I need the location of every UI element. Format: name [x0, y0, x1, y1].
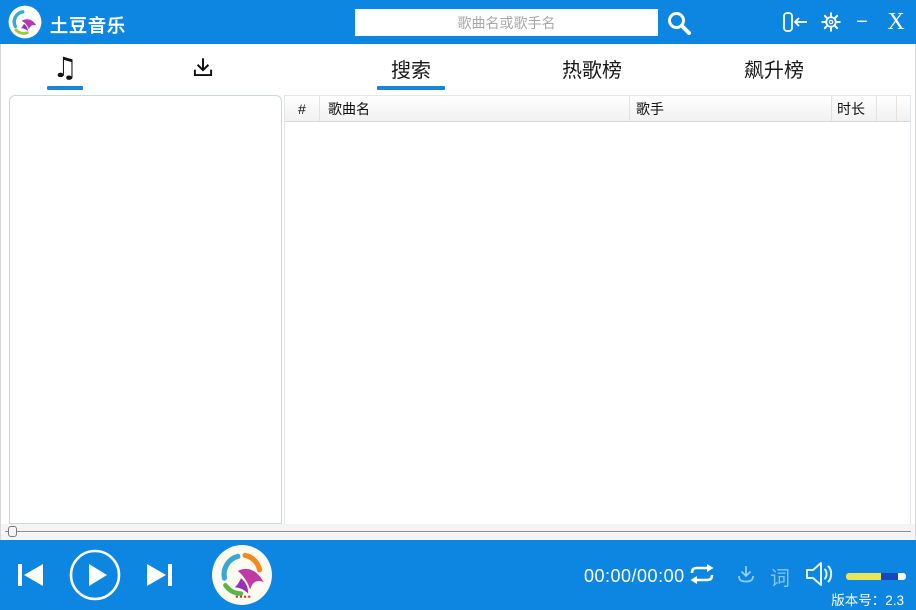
song-list-panel: # 歌曲名 歌手 时长: [284, 95, 911, 524]
main-area: # 歌曲名 歌手 时长: [1, 92, 915, 524]
title-bar: 土豆音乐: [0, 0, 916, 44]
tab-hot-songs[interactable]: 热歌榜: [561, 44, 623, 92]
player-bar: 00:00/00:00 词: [0, 540, 916, 610]
volume-slider[interactable]: [846, 573, 906, 580]
volume-icon[interactable]: [804, 558, 840, 590]
search-icon[interactable]: [666, 9, 696, 36]
app-title: 土豆音乐: [50, 12, 126, 38]
column-header-filler: [897, 96, 910, 121]
volume-fill: [846, 573, 881, 580]
album-art[interactable]: [211, 544, 273, 606]
app-logo-icon: [8, 5, 42, 39]
column-header-index[interactable]: #: [285, 96, 320, 121]
next-track-icon[interactable]: [144, 560, 176, 590]
login-icon[interactable]: [780, 0, 812, 44]
search-input[interactable]: [355, 9, 658, 36]
play-icon[interactable]: [68, 548, 122, 602]
song-download-icon[interactable]: [734, 563, 760, 587]
seek-groove[interactable]: [5, 531, 911, 533]
search-box: [355, 9, 658, 36]
tab-rising-label: 飙升榜: [744, 54, 804, 83]
tab-search-label: 搜索: [391, 54, 431, 83]
volume-track: [881, 573, 898, 580]
download-icon: [190, 55, 216, 81]
song-table-header: # 歌曲名 歌手 时长: [285, 96, 910, 122]
playlist-panel: [9, 95, 282, 524]
active-underline: [377, 86, 445, 90]
tab-search[interactable]: 搜索: [377, 44, 445, 92]
seek-bar[interactable]: [1, 524, 915, 540]
tab-bar: ♫ 搜索 热歌榜 飙升榜: [1, 44, 915, 92]
tab-local-music[interactable]: ♫: [47, 44, 83, 92]
column-header-stub: [877, 96, 897, 121]
active-underline: [47, 86, 83, 90]
column-header-artist[interactable]: 歌手: [630, 96, 832, 121]
tab-hot-label: 热歌榜: [562, 54, 622, 83]
column-header-duration[interactable]: 时长: [832, 96, 877, 121]
tab-downloads[interactable]: [185, 44, 221, 92]
version-label: 版本号：2.3: [831, 589, 904, 609]
minimize-button[interactable]: −: [850, 0, 874, 44]
volume-handle[interactable]: [898, 573, 906, 580]
gear-icon[interactable]: [816, 0, 846, 44]
app-window: 土豆音乐: [0, 0, 916, 610]
tab-rising-chart[interactable]: 飙升榜: [743, 44, 805, 92]
seek-handle[interactable]: [8, 526, 17, 537]
repeat-icon[interactable]: [686, 561, 720, 587]
column-header-song[interactable]: 歌曲名: [320, 96, 630, 121]
lyrics-icon[interactable]: 词: [766, 562, 794, 588]
previous-track-icon[interactable]: [16, 560, 48, 590]
close-button[interactable]: X: [882, 0, 910, 44]
music-note-icon: ♫: [52, 54, 77, 82]
time-display: 00:00/00:00: [584, 566, 685, 587]
